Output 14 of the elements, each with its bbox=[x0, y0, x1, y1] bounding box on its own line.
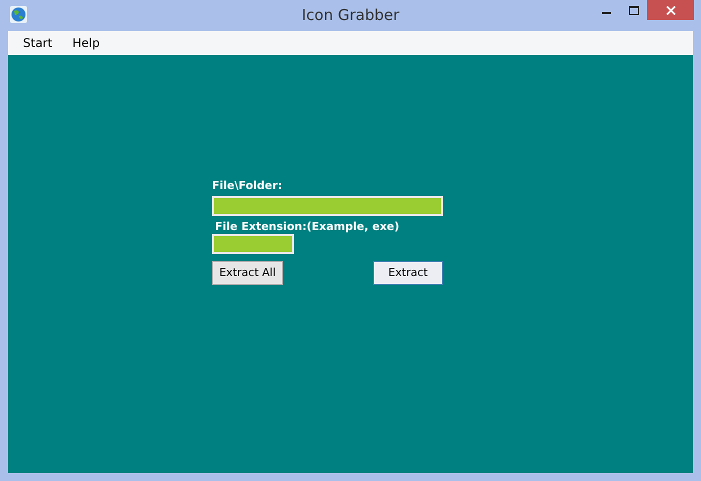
field-label: File\Folder: bbox=[212, 179, 284, 192]
extract-button[interactable]: Extract bbox=[373, 261, 443, 285]
window-title: Icon Grabber bbox=[302, 5, 400, 26]
close-button[interactable] bbox=[647, 0, 694, 20]
menu-item[interactable]: Help bbox=[62, 34, 110, 52]
minimize-icon bbox=[602, 12, 611, 14]
close-icon bbox=[666, 6, 676, 14]
extract-button[interactable]: Extract All bbox=[212, 261, 283, 285]
maximize-icon bbox=[628, 6, 638, 14]
menu-item[interactable]: Start bbox=[13, 34, 62, 52]
text-field[interactable] bbox=[212, 196, 443, 216]
text-field[interactable] bbox=[212, 234, 294, 254]
globe-icon bbox=[10, 6, 27, 23]
field-label: File Extension:(Example, exe) bbox=[215, 220, 400, 233]
